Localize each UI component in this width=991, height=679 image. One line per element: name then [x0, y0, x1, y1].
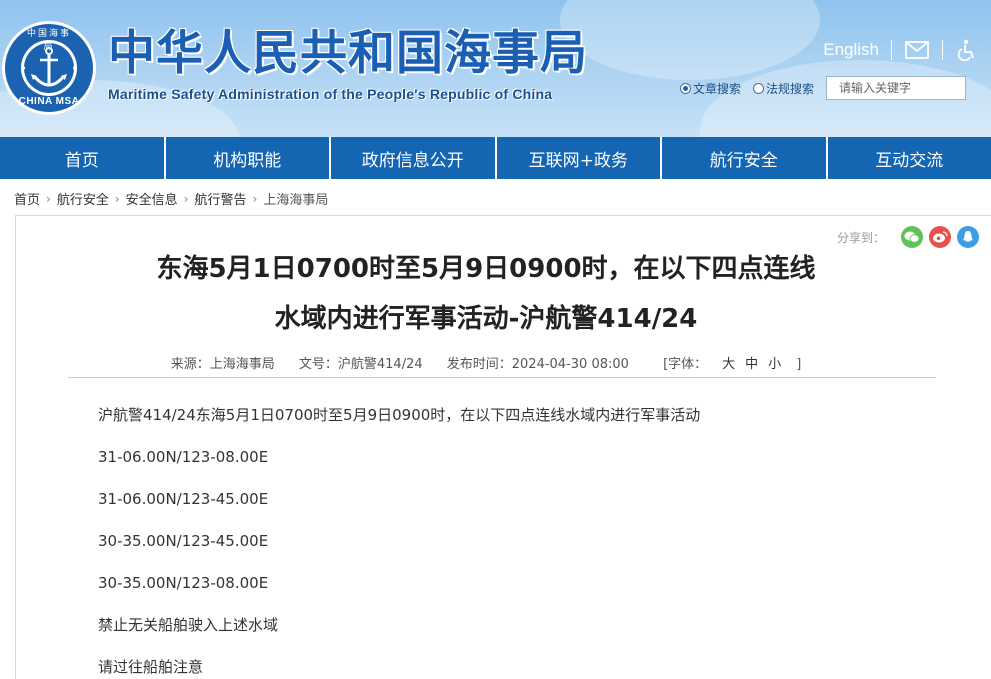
- nav-item-gov-info[interactable]: 政府信息公开: [331, 137, 497, 179]
- article-title: 东海5月1日0700时至5月9日0900时，在以下四点连线 水域内进行军事活动-…: [16, 244, 956, 344]
- font-size-medium-button[interactable]: 中: [745, 357, 758, 372]
- logo-text-top: 中国海事局: [27, 29, 72, 52]
- logo-text-bottom: CHINA MSA: [18, 96, 80, 107]
- nav-item-functions[interactable]: 机构职能: [166, 137, 331, 179]
- accessibility-icon[interactable]: [955, 39, 981, 61]
- mail-icon[interactable]: [904, 39, 930, 61]
- article-title-line2: 水域内进行军事活动-沪航警414/24: [274, 304, 698, 334]
- article-title-line1: 东海5月1日0700时至5月9日0900时，在以下四点连线: [156, 254, 816, 284]
- chevron-right-icon: ›: [183, 191, 189, 206]
- breadcrumb-item-home[interactable]: 首页: [14, 189, 40, 208]
- meta-source: 来源：上海海事局: [170, 357, 275, 372]
- radio-law-label: 法规搜索: [766, 81, 815, 96]
- radio-unselected-indicator[interactable]: [753, 82, 765, 94]
- divider: [942, 40, 943, 60]
- article-panel: 分享到： 东海5月1日0700时至5月9日0900时，在以下四点连线 水域内进行…: [15, 215, 991, 679]
- nav-item-interaction[interactable]: 互动交流: [828, 137, 991, 179]
- chevron-right-icon: ›: [114, 191, 120, 206]
- article-body: 沪航警414/24东海5月1日0700时至5月9日0900时，在以下四点连线水域…: [98, 403, 700, 679]
- breadcrumb-item-shanghai-msa[interactable]: 上海海事局: [263, 189, 328, 208]
- msa-logo[interactable]: 中国海事局 CHINA MSA: [1, 20, 97, 116]
- radio-article-search[interactable]: 文章搜索: [680, 80, 741, 97]
- search-area: 文章搜索 法规搜索: [680, 76, 967, 100]
- share-label: 分享到：: [836, 230, 885, 245]
- article-paragraph: 沪航警414/24东海5月1日0700时至5月9日0900时，在以下四点连线水域…: [98, 406, 701, 424]
- meta-divider: [68, 377, 936, 378]
- article-paragraph: 30-35.00N/123-45.00E: [98, 532, 269, 550]
- meta-publish-time: 发布时间：2024-04-30 08:00: [446, 357, 629, 372]
- article-meta: 来源：上海海事局 文号：沪航警414/24 发布时间：2024-04-30 08…: [16, 353, 956, 372]
- radio-selected-indicator[interactable]: [680, 82, 691, 94]
- top-links: English: [823, 38, 981, 62]
- nav-item-nav-safety[interactable]: 航行安全: [662, 137, 828, 179]
- breadcrumb-item-nav-safety[interactable]: 航行安全: [57, 189, 109, 208]
- font-size-large-button[interactable]: 大: [722, 357, 735, 372]
- nav-item-internet-gov[interactable]: 互联网+政务: [497, 137, 662, 179]
- radio-article-label: 文章搜索: [693, 81, 742, 96]
- qq-share-icon[interactable]: [957, 226, 979, 248]
- english-link[interactable]: English: [823, 40, 879, 60]
- radio-law-search[interactable]: 法规搜索: [753, 80, 814, 97]
- main-nav: 首页 机构职能 政府信息公开 互联网+政务 航行安全 互动交流: [0, 137, 991, 179]
- breadcrumb-item-nav-warning[interactable]: 航行警告: [194, 189, 246, 208]
- font-size-small-button[interactable]: 小: [768, 357, 781, 372]
- search-input[interactable]: [826, 76, 967, 100]
- nav-item-home[interactable]: 首页: [0, 137, 166, 179]
- site-header: 中国海事局 CHINA MSA 中华人民共和国海事局 Maritime Safe…: [0, 0, 991, 137]
- chevron-right-icon: ›: [46, 191, 51, 206]
- breadcrumb: 首页 › 航行安全 › 安全信息 › 航行警告 › 上海海事局: [14, 189, 328, 209]
- font-size-label-close: ]: [796, 357, 802, 372]
- article-paragraph: 31-06.00N/123-08.00E: [98, 448, 269, 466]
- article-paragraph: 禁止无关船舶驶入上述水域: [98, 616, 279, 634]
- meta-doc-number: 文号：沪航警414/24: [298, 357, 423, 372]
- site-subtitle: Maritime Safety Administration of the Pe…: [108, 86, 553, 102]
- font-size-label-open: [字体：: [663, 357, 708, 372]
- site-title[interactable]: 中华人民共和国海事局: [108, 28, 588, 80]
- divider: [891, 40, 892, 60]
- article-paragraph: 30-35.00N/123-08.00E: [98, 574, 269, 592]
- article-paragraph: 请过往船舶注意: [98, 658, 204, 676]
- article-paragraph: 31-06.00N/123-45.00E: [98, 490, 269, 508]
- chevron-right-icon: ›: [252, 191, 258, 206]
- font-size-control: [字体： 大中小]: [653, 357, 811, 372]
- breadcrumb-item-safety-info[interactable]: 安全信息: [126, 189, 178, 208]
